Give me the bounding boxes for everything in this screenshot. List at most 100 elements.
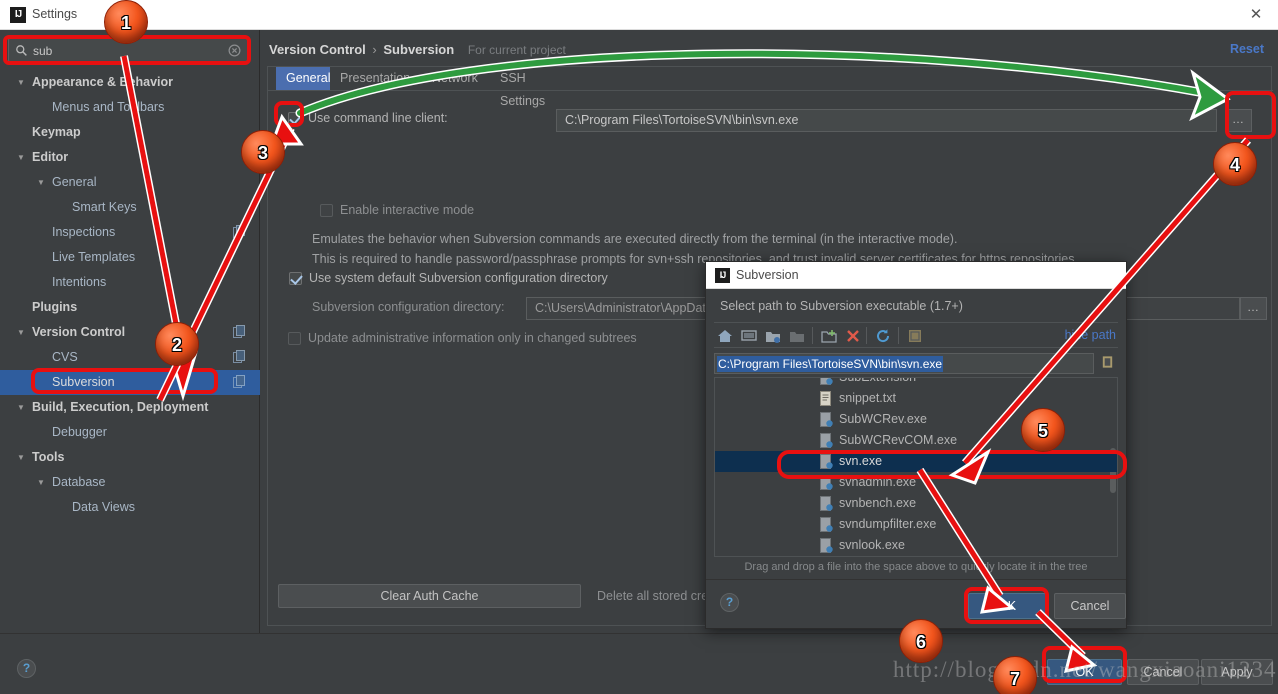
copy-settings-icon[interactable] <box>233 375 246 389</box>
screen-root: IJ Settings ✕ sub ▼ Appearance & Behavior… <box>0 0 1278 694</box>
sidebar-item-intentions[interactable]: Intentions <box>0 270 260 295</box>
sidebar-item-editor[interactable]: ▼ Editor <box>0 145 260 170</box>
breadcrumb-root[interactable]: Version Control <box>269 42 366 57</box>
settings-tree: ▼ Appearance & Behavior Menus and Toolbars… <box>0 70 260 520</box>
sidebar-item-plugins[interactable]: Plugins <box>0 295 260 320</box>
sidebar-item-cvs[interactable]: CVS <box>0 345 260 370</box>
file-name: svnbench.exe <box>839 496 917 510</box>
exe-file-icon <box>820 454 833 469</box>
dialog-help-icon[interactable]: ? <box>720 593 739 612</box>
file-list[interactable]: SubExtension snippet.txt SubWCRev.exe SubWC… <box>714 377 1118 557</box>
sidebar-item-data-views[interactable]: Data Views <box>0 495 260 520</box>
tab-ssh-settings[interactable]: SSH Settings <box>490 67 578 108</box>
sidebar-item-keymap[interactable]: Keymap <box>0 120 260 145</box>
footer-help-icon[interactable]: ? <box>17 659 36 678</box>
twisty-icon[interactable]: ▼ <box>14 445 28 470</box>
step-badge-4: 4 <box>1213 142 1257 186</box>
sidebar-item-debugger[interactable]: Debugger <box>0 420 260 445</box>
clear-auth-cache-button[interactable]: Clear Auth Cache <box>278 584 581 608</box>
dialog-path-input[interactable]: C:\Program Files\TortoiseSVN\bin\svn.exe <box>714 353 1094 374</box>
home-icon[interactable] <box>716 327 734 345</box>
breadcrumb-separator: › <box>372 42 377 57</box>
twisty-icon[interactable]: ▼ <box>14 395 28 420</box>
step-badge-7: 7 <box>993 656 1037 694</box>
desktop-icon[interactable] <box>740 327 758 345</box>
sidebar-item-label: Version Control <box>32 325 126 339</box>
browse-command-line-client-button[interactable]: … <box>1225 109 1252 132</box>
dialog-ok-button[interactable]: OK <box>968 593 1046 619</box>
twisty-icon[interactable]: ▼ <box>14 70 28 95</box>
copy-settings-icon[interactable] <box>233 225 246 239</box>
exe-file-icon <box>820 517 833 532</box>
file-name: svn.exe <box>839 454 883 468</box>
text-file-icon <box>820 391 831 406</box>
command-line-client-path-field[interactable]: C:\Program Files\TortoiseSVN\bin\svn.exe <box>556 109 1217 132</box>
sidebar-item-version-control[interactable]: ▼ Version Control <box>0 320 260 345</box>
close-icon[interactable]: ✕ <box>1246 5 1266 25</box>
file-list-item[interactable]: svn.exe <box>715 451 1117 472</box>
use-command-line-client-checkbox[interactable] <box>288 112 301 125</box>
sidebar-item-label: Subversion <box>52 375 115 389</box>
refresh-icon[interactable] <box>874 327 892 345</box>
file-list-item[interactable]: svndumpfilter.exe <box>715 514 1117 535</box>
watermark: http://blog.csdn.net/wangxiaoani1234 <box>893 657 1277 682</box>
dialog-toolbar: hide path <box>714 322 1118 348</box>
delete-icon[interactable] <box>844 327 862 345</box>
search-icon <box>16 45 27 56</box>
file-list-item[interactable]: svnadmin.exe <box>715 472 1117 493</box>
subversion-file-chooser-dialog: IJ Subversion Select path to Subversion … <box>705 261 1127 629</box>
sidebar-item-tools[interactable]: ▼ Tools <box>0 445 260 470</box>
browse-config-directory-button[interactable]: … <box>1240 297 1267 320</box>
show-hidden-icon[interactable] <box>906 327 924 345</box>
exe-file-icon <box>820 433 833 448</box>
file-list-item[interactable]: svnlook.exe <box>715 535 1117 556</box>
file-list-item[interactable]: SubExtension <box>715 378 1117 388</box>
step-badge-2: 2 <box>155 322 199 366</box>
paste-icon[interactable] <box>1100 354 1115 370</box>
sidebar-item-general[interactable]: ▼ General <box>0 170 260 195</box>
sidebar-item-database[interactable]: ▼ Database <box>0 470 260 495</box>
dialog-prompt: Select path to Subversion executable (1.… <box>720 299 963 313</box>
copy-settings-icon[interactable] <box>233 350 246 364</box>
enable-interactive-mode-checkbox[interactable] <box>320 204 333 217</box>
subversion-config-directory-label: Subversion configuration directory: <box>312 300 505 314</box>
dialog-cancel-button[interactable]: Cancel <box>1054 593 1126 619</box>
use-system-default-config-dir-checkbox[interactable] <box>289 272 302 285</box>
file-list-item[interactable]: svnbench.exe <box>715 493 1117 514</box>
tab-presentation[interactable]: Presentation <box>330 67 422 90</box>
module-folder-icon <box>790 332 804 342</box>
intellij-logo-icon: IJ <box>715 268 730 283</box>
copy-settings-icon[interactable] <box>233 325 246 339</box>
twisty-icon[interactable]: ▼ <box>34 170 48 195</box>
sidebar-item-label: Plugins <box>32 300 78 314</box>
sidebar-item-menus-and-toolbars[interactable]: Menus and Toolbars <box>0 95 260 120</box>
breadcrumb: Version Control › Subversion For current… <box>269 42 566 57</box>
enable-interactive-mode-label: Enable interactive mode <box>340 203 475 217</box>
twisty-icon[interactable]: ▼ <box>14 145 28 170</box>
tab-network[interactable]: Network <box>422 67 490 90</box>
new-folder-icon[interactable] <box>820 327 838 345</box>
file-name: svnlook.exe <box>839 538 906 552</box>
clear-search-icon[interactable] <box>228 44 241 57</box>
sidebar-item-subversion[interactable]: Subversion <box>0 370 260 395</box>
sidebar-item-label: Debugger <box>52 425 107 439</box>
settings-sidebar: sub ▼ Appearance & Behavior Menus and Tool… <box>0 30 260 633</box>
toolbar-separator <box>898 327 899 344</box>
step-badge-5: 5 <box>1021 408 1065 452</box>
sidebar-item-live-templates[interactable]: Live Templates <box>0 245 260 270</box>
sidebar-item-appearance-behavior[interactable]: ▼ Appearance & Behavior <box>0 70 260 95</box>
sidebar-item-smart-keys[interactable]: Smart Keys <box>0 195 260 220</box>
twisty-icon[interactable]: ▼ <box>14 320 28 345</box>
step-badge-6: 6 <box>899 619 943 663</box>
sidebar-item-label: Editor <box>32 150 69 164</box>
twisty-icon[interactable]: ▼ <box>34 470 48 495</box>
hide-path-link[interactable]: hide path <box>1065 328 1116 342</box>
sidebar-item-inspections[interactable]: Inspections <box>0 220 260 245</box>
sidebar-item-build-execution-deployment[interactable]: ▼ Build, Execution, Deployment <box>0 395 260 420</box>
file-list-item[interactable]: snippet.txt <box>715 388 1117 409</box>
settings-titlebar: IJ Settings ✕ <box>0 0 1278 30</box>
tab-general[interactable]: General <box>276 67 330 90</box>
project-folder-icon[interactable] <box>764 327 782 345</box>
reset-link[interactable]: Reset <box>1230 42 1264 56</box>
update-administrative-info-checkbox[interactable] <box>288 332 301 345</box>
